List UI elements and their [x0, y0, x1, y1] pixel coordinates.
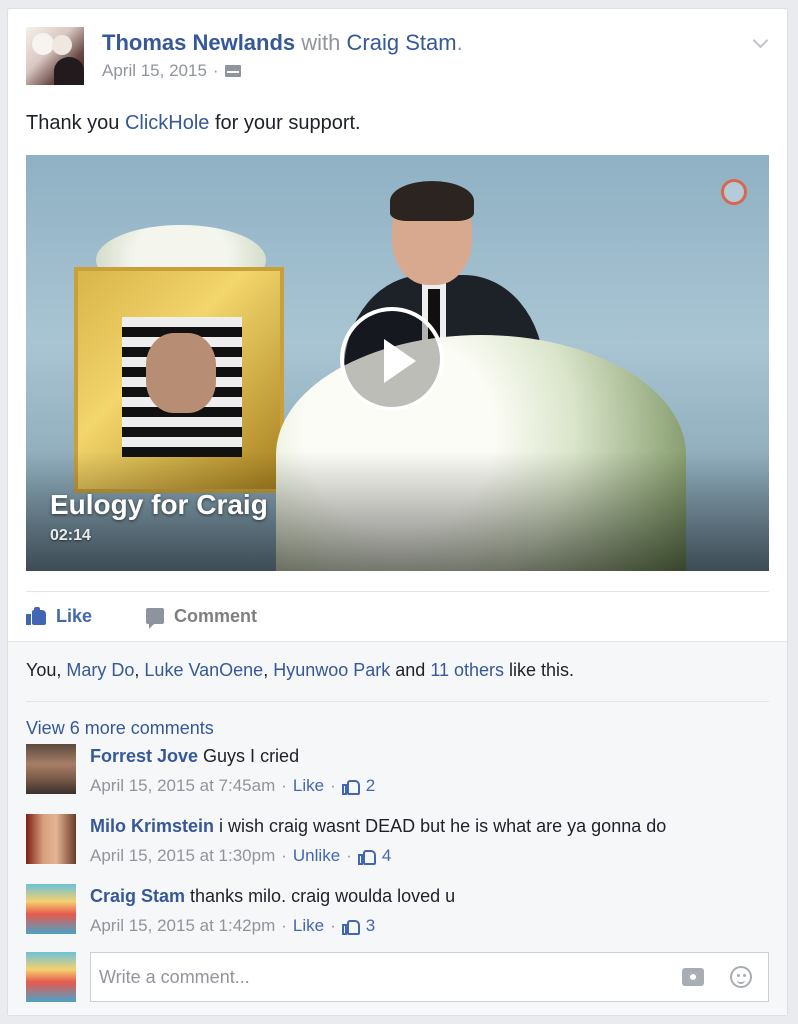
meta-separator: · [281, 776, 287, 795]
likes-summary: You, Mary Do, Luke VanOene, Hyunwoo Park… [26, 660, 574, 681]
post-card: Thomas Newlands with Craig Stam. April 1… [7, 8, 788, 1016]
comment-like-count[interactable]: 3 [366, 916, 375, 936]
comment-bubble-icon [146, 608, 165, 629]
comment-time[interactable]: April 15, 2015 at 1:42pm [90, 916, 275, 936]
post-text-link[interactable]: ClickHole [125, 112, 209, 134]
comment-unlike-link[interactable]: Unlike [293, 846, 340, 866]
liker-link[interactable]: Hyunwoo Park [273, 660, 390, 680]
commenter-name[interactable]: Craig Stam [90, 886, 185, 906]
post-text-suffix: for your support. [209, 112, 361, 134]
video-title: Eulogy for Craig [50, 489, 268, 520]
comment-item: Forrest Jove Guys I cried April 15, 2015… [26, 744, 769, 804]
camera-icon[interactable] [682, 968, 704, 986]
likes-sep: , [134, 660, 145, 680]
post-date[interactable]: April 15, 2015 [102, 61, 207, 81]
comment-composer [26, 952, 769, 1004]
post-message: Thank you ClickHole for your support. [26, 109, 361, 137]
thumbs-up-icon [26, 607, 46, 625]
emoji-icon[interactable] [730, 966, 752, 988]
tagged-suffix: . [456, 30, 463, 55]
with-word: with [295, 30, 347, 55]
likes-you: You, [26, 660, 67, 680]
date-line: April 15, 2015 · [102, 61, 463, 81]
comment-line: Craig Stam thanks milo. craig woulda lov… [90, 884, 455, 908]
clickhole-logo-icon [721, 179, 747, 205]
comment-text: thanks milo. craig woulda loved u [185, 886, 456, 906]
thumbs-up-icon [357, 847, 376, 865]
thumbs-up-icon [341, 777, 360, 795]
thumbs-up-icon [341, 917, 360, 935]
feedback-section: You, Mary Do, Luke VanOene, Hyunwoo Park… [8, 641, 787, 1015]
comment-body: Craig Stam thanks milo. craig woulda lov… [90, 884, 455, 936]
commenter-name[interactable]: Milo Krimstein [90, 816, 214, 836]
divider [26, 591, 769, 592]
header-text: Thomas Newlands with Craig Stam. April 1… [102, 29, 463, 81]
view-more-comments-link[interactable]: View 6 more comments [26, 718, 214, 739]
comment-line: Milo Krimstein i wish craig wasnt DEAD b… [90, 814, 666, 838]
avatar-detail [54, 57, 84, 85]
date-separator: · [212, 61, 219, 80]
comment-body: Milo Krimstein i wish craig wasnt DEAD b… [90, 814, 666, 866]
like-button[interactable]: Like [26, 606, 92, 627]
action-bar: Like Comment [26, 601, 257, 631]
comment-line: Forrest Jove Guys I cried [90, 744, 375, 768]
speaker-hair [390, 181, 474, 221]
meta-separator: · [330, 776, 336, 795]
comment-item: Craig Stam thanks milo. craig woulda lov… [26, 884, 769, 944]
comment-time[interactable]: April 15, 2015 at 1:30pm [90, 846, 275, 866]
video-duration: 02:14 [50, 527, 91, 544]
comment-like-link[interactable]: Like [293, 776, 324, 796]
comment-like-count[interactable]: 2 [366, 776, 375, 796]
comment-button[interactable]: Comment [146, 605, 258, 629]
comment-meta: April 15, 2015 at 1:30pm · Unlike · 4 [90, 846, 666, 866]
divider [26, 701, 769, 702]
tagged-name[interactable]: Craig Stam [347, 30, 457, 55]
author-avatar[interactable] [26, 27, 84, 85]
comment-label: Comment [174, 605, 258, 626]
commenter-name[interactable]: Forrest Jove [90, 746, 198, 766]
meta-separator: · [330, 916, 336, 935]
likes-and: and [390, 660, 431, 680]
commenter-avatar[interactable] [26, 814, 76, 864]
post-text-prefix: Thank you [26, 112, 125, 134]
play-button-icon[interactable] [340, 307, 444, 411]
comment-input-box[interactable] [90, 952, 769, 1002]
chevron-down-icon[interactable] [753, 35, 767, 49]
meta-separator: · [281, 916, 287, 935]
comment-meta: April 15, 2015 at 1:42pm · Like · 3 [90, 916, 455, 936]
comment-text: i wish craig wasnt DEAD but he is what a… [214, 816, 667, 836]
meta-separator: · [281, 846, 287, 865]
likes-sep: , [263, 660, 274, 680]
comment-text: Guys I cried [198, 746, 300, 766]
comment-item: Milo Krimstein i wish craig wasnt DEAD b… [26, 814, 769, 874]
liker-link[interactable]: Mary Do [66, 660, 134, 680]
portrait-face [146, 333, 216, 413]
commenter-avatar[interactable] [26, 744, 76, 794]
avatar-detail [52, 35, 72, 55]
comment-like-count[interactable]: 4 [382, 846, 391, 866]
comment-body: Forrest Jove Guys I cried April 15, 2015… [90, 744, 375, 796]
comment-like-link[interactable]: Like [293, 916, 324, 936]
comment-input[interactable] [99, 955, 659, 999]
likes-others-link[interactable]: 11 others [430, 660, 504, 680]
meta-separator: · [346, 846, 352, 865]
commenter-avatar[interactable] [26, 884, 76, 934]
liker-link[interactable]: Luke VanOene [144, 660, 263, 680]
comment-meta: April 15, 2015 at 7:45am · Like · 2 [90, 776, 375, 796]
audience-mail-icon[interactable] [224, 65, 241, 77]
current-user-avatar [26, 952, 76, 1002]
avatar-detail [32, 33, 54, 55]
author-line: Thomas Newlands with Craig Stam. [102, 29, 463, 57]
video-player[interactable]: Eulogy for Craig 02:14 [26, 155, 769, 571]
post-header: Thomas Newlands with Craig Stam. April 1… [26, 27, 769, 91]
comment-time[interactable]: April 15, 2015 at 7:45am [90, 776, 275, 796]
likes-suffix: like this. [504, 660, 575, 680]
like-label: Like [56, 605, 93, 626]
author-name[interactable]: Thomas Newlands [102, 30, 295, 55]
